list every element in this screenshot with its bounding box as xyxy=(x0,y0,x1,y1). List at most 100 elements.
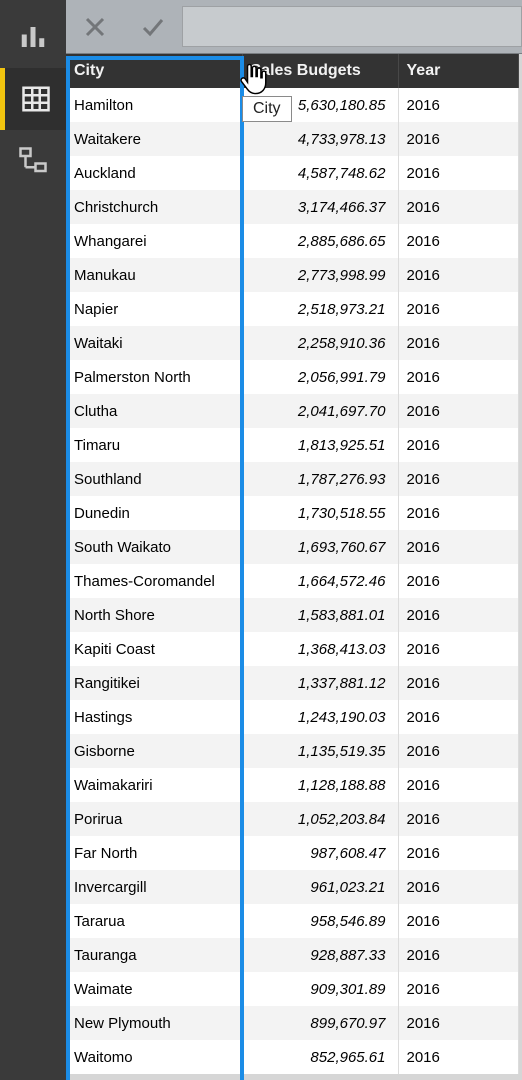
cell-sales[interactable]: 2,056,991.79 xyxy=(242,360,398,394)
cell-city[interactable]: Manukau xyxy=(66,258,242,292)
cell-city[interactable]: Invercargill xyxy=(66,870,242,904)
table-row[interactable]: Clutha2,041,697.702016 xyxy=(66,394,518,428)
cell-sales[interactable]: 1,583,881.01 xyxy=(242,598,398,632)
cell-year[interactable]: 2016 xyxy=(398,1006,518,1040)
cell-year[interactable]: 2016 xyxy=(398,360,518,394)
cell-city[interactable]: Waitakere xyxy=(66,122,242,156)
table-row[interactable]: Manukau2,773,998.992016 xyxy=(66,258,518,292)
column-header-city[interactable]: City xyxy=(66,54,242,88)
cell-year[interactable]: 2016 xyxy=(398,428,518,462)
cell-year[interactable]: 2016 xyxy=(398,462,518,496)
cell-year[interactable]: 2016 xyxy=(398,802,518,836)
cell-city[interactable]: Waimate xyxy=(66,972,242,1006)
cell-sales[interactable]: 958,546.89 xyxy=(242,904,398,938)
cell-year[interactable]: 2016 xyxy=(398,904,518,938)
cell-year[interactable]: 2016 xyxy=(398,496,518,530)
commit-button[interactable] xyxy=(124,0,182,53)
cell-year[interactable]: 2016 xyxy=(398,88,518,122)
cell-city[interactable]: Porirua xyxy=(66,802,242,836)
table-row[interactable]: Whangarei2,885,686.652016 xyxy=(66,224,518,258)
cell-city[interactable]: Timaru xyxy=(66,428,242,462)
cell-sales[interactable]: 1,243,190.03 xyxy=(242,700,398,734)
cell-sales[interactable]: 1,664,572.46 xyxy=(242,564,398,598)
cell-sales[interactable]: 2,773,998.99 xyxy=(242,258,398,292)
table-row[interactable]: Palmerston North2,056,991.792016 xyxy=(66,360,518,394)
column-header-sales[interactable]: Sales Budgets xyxy=(242,54,398,88)
cell-sales[interactable]: 852,965.61 xyxy=(242,1040,398,1074)
table-row[interactable]: Waitakere4,733,978.132016 xyxy=(66,122,518,156)
cell-sales[interactable]: 1,368,413.03 xyxy=(242,632,398,666)
cell-year[interactable]: 2016 xyxy=(398,938,518,972)
cell-city[interactable]: Waitaki xyxy=(66,326,242,360)
cell-sales[interactable]: 899,670.97 xyxy=(242,1006,398,1040)
cell-sales[interactable]: 4,587,748.62 xyxy=(242,156,398,190)
cell-year[interactable]: 2016 xyxy=(398,666,518,700)
cell-city[interactable]: Tararua xyxy=(66,904,242,938)
table-row[interactable]: Waitaki2,258,910.362016 xyxy=(66,326,518,360)
cell-year[interactable]: 2016 xyxy=(398,836,518,870)
table-row[interactable]: Napier2,518,973.212016 xyxy=(66,292,518,326)
cell-city[interactable]: Palmerston North xyxy=(66,360,242,394)
table-row[interactable]: South Waikato1,693,760.672016 xyxy=(66,530,518,564)
cell-city[interactable]: Kapiti Coast xyxy=(66,632,242,666)
cell-city[interactable]: Rangitikei xyxy=(66,666,242,700)
cell-sales[interactable]: 1,787,276.93 xyxy=(242,462,398,496)
cell-sales[interactable]: 1,693,760.67 xyxy=(242,530,398,564)
cell-city[interactable]: Thames-Coromandel xyxy=(66,564,242,598)
table-row[interactable]: Auckland4,587,748.622016 xyxy=(66,156,518,190)
cell-year[interactable]: 2016 xyxy=(398,768,518,802)
table-row[interactable]: New Plymouth899,670.972016 xyxy=(66,1006,518,1040)
cell-city[interactable]: Clutha xyxy=(66,394,242,428)
cell-city[interactable]: New Plymouth xyxy=(66,1006,242,1040)
table-row[interactable]: Waitomo852,965.612016 xyxy=(66,1040,518,1074)
cell-year[interactable]: 2016 xyxy=(398,700,518,734)
cell-year[interactable]: 2016 xyxy=(398,258,518,292)
cell-city[interactable]: Christchurch xyxy=(66,190,242,224)
cell-sales[interactable]: 2,258,910.36 xyxy=(242,326,398,360)
cell-year[interactable]: 2016 xyxy=(398,394,518,428)
formula-input[interactable] xyxy=(182,6,522,47)
cell-year[interactable]: 2016 xyxy=(398,190,518,224)
cell-city[interactable]: Auckland xyxy=(66,156,242,190)
cell-city[interactable]: Hamilton xyxy=(66,88,242,122)
cell-year[interactable]: 2016 xyxy=(398,870,518,904)
cell-year[interactable]: 2016 xyxy=(398,530,518,564)
cell-sales[interactable]: 1,128,188.88 xyxy=(242,768,398,802)
cell-sales[interactable]: 1,813,925.51 xyxy=(242,428,398,462)
table-row[interactable]: Southland1,787,276.932016 xyxy=(66,462,518,496)
cell-city[interactable]: North Shore xyxy=(66,598,242,632)
table-row[interactable]: Tararua958,546.892016 xyxy=(66,904,518,938)
cell-sales[interactable]: 1,135,519.35 xyxy=(242,734,398,768)
cell-year[interactable]: 2016 xyxy=(398,122,518,156)
cell-city[interactable]: Tauranga xyxy=(66,938,242,972)
cell-city[interactable]: Gisborne xyxy=(66,734,242,768)
table-row[interactable]: Timaru1,813,925.512016 xyxy=(66,428,518,462)
cell-year[interactable]: 2016 xyxy=(398,598,518,632)
table-row[interactable]: Waimate909,301.892016 xyxy=(66,972,518,1006)
cell-year[interactable]: 2016 xyxy=(398,156,518,190)
cell-sales[interactable]: 3,174,466.37 xyxy=(242,190,398,224)
table-row[interactable]: Christchurch3,174,466.372016 xyxy=(66,190,518,224)
model-view-button[interactable] xyxy=(0,130,66,192)
cell-year[interactable]: 2016 xyxy=(398,326,518,360)
table-row[interactable]: Dunedin1,730,518.552016 xyxy=(66,496,518,530)
table-row[interactable]: Far North987,608.472016 xyxy=(66,836,518,870)
table-row[interactable]: North Shore1,583,881.012016 xyxy=(66,598,518,632)
cell-city[interactable]: Waitomo xyxy=(66,1040,242,1074)
cell-sales[interactable]: 1,052,203.84 xyxy=(242,802,398,836)
cell-sales[interactable]: 928,887.33 xyxy=(242,938,398,972)
cell-sales[interactable]: 1,337,881.12 xyxy=(242,666,398,700)
cell-city[interactable]: Hastings xyxy=(66,700,242,734)
cell-city[interactable]: Napier xyxy=(66,292,242,326)
table-row[interactable]: Tauranga928,887.332016 xyxy=(66,938,518,972)
report-view-button[interactable] xyxy=(0,6,66,68)
table-row[interactable]: Porirua1,052,203.842016 xyxy=(66,802,518,836)
cancel-button[interactable] xyxy=(66,0,124,53)
table-row[interactable]: Kapiti Coast1,368,413.032016 xyxy=(66,632,518,666)
cell-city[interactable]: South Waikato xyxy=(66,530,242,564)
cell-year[interactable]: 2016 xyxy=(398,734,518,768)
cell-sales[interactable]: 961,023.21 xyxy=(242,870,398,904)
cell-sales[interactable]: 909,301.89 xyxy=(242,972,398,1006)
table-row[interactable]: Invercargill961,023.212016 xyxy=(66,870,518,904)
cell-year[interactable]: 2016 xyxy=(398,292,518,326)
